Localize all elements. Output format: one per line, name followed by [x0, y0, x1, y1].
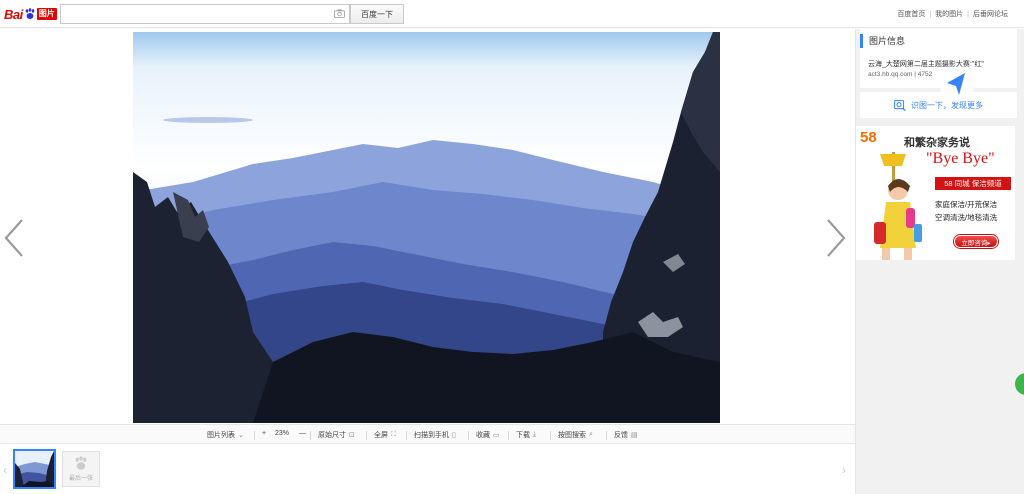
toolbar-divider: [366, 431, 367, 440]
link-baidu-home[interactable]: 百度首页: [897, 9, 925, 19]
thumbnail-strip: ‹ 最后一张 ›: [0, 445, 855, 494]
image-info-title: 图片信息: [860, 34, 905, 48]
top-header: Bai 图片 百度一下 百度首页 | 我的图片 | 后垂网论坛: [0, 0, 1024, 28]
zoom-level: 23%: [275, 430, 290, 437]
ad-band: 58 同城 保洁频道: [935, 177, 1011, 190]
thumbnail-current[interactable]: [13, 449, 56, 489]
original-size-icon: ⊡: [349, 432, 355, 439]
link-forum[interactable]: 后垂网论坛: [973, 9, 1008, 19]
main-photo[interactable]: [133, 32, 720, 423]
phone-icon: ▯: [452, 432, 456, 439]
chevron-down-icon: ⌄: [238, 432, 244, 439]
fullscreen-button[interactable]: 全屏 ⛶: [374, 430, 396, 440]
zoom-out-button[interactable]: —: [299, 430, 306, 437]
ad-line-2: 空调清洗/地毯清洗: [935, 213, 998, 222]
download-icon: ⤓: [533, 431, 537, 438]
download-button[interactable]: 下载 ⤓: [516, 430, 536, 440]
next-image-arrow[interactable]: [824, 217, 848, 259]
image-list-button[interactable]: 图片列表 ⌄: [207, 430, 244, 440]
folder-icon: ▭: [493, 432, 500, 439]
scan-to-phone-button[interactable]: 扫描到手机 ▯: [414, 430, 456, 440]
prev-image-arrow[interactable]: [2, 217, 26, 259]
ad-person-illustration: [874, 152, 922, 260]
top-links: 百度首页 | 我的图片 | 后垂网论坛: [897, 9, 1008, 19]
thumbnail-image: [15, 451, 54, 487]
image-viewer: [0, 29, 855, 424]
fullscreen-icon: ⛶: [391, 431, 396, 438]
paw-icon: [25, 8, 35, 19]
toolbar-divider: [606, 431, 607, 440]
toolbar-divider: [406, 431, 407, 440]
baidu-logo[interactable]: Bai 图片: [4, 6, 57, 22]
toolbar-divider: [254, 431, 255, 440]
link-divider: |: [929, 10, 932, 18]
ad-bye-text: "Bye Bye": [926, 150, 995, 167]
search-input[interactable]: [64, 7, 324, 21]
thumbnail-last[interactable]: 最后一张: [62, 451, 100, 487]
cursor-icon: [940, 68, 974, 102]
ad-line-1: 家庭保洁/开荒保洁: [935, 200, 998, 209]
toolbar-divider: [508, 431, 509, 440]
ad-cta-button[interactable]: 立即咨询▸: [954, 235, 998, 248]
toolbar-divider: [310, 431, 311, 440]
toolbar-divider: [468, 431, 469, 440]
ad-banner[interactable]: 58 和繁杂家务说 "Bye Bye" 58 同城 保洁频道 家庭保洁/开荒保洁…: [856, 126, 1015, 260]
link-my-images[interactable]: 我的图片: [935, 9, 963, 19]
viewer-toolbar: 图片列表 ⌄ + 23% — 原始尺寸 ⊡ 全屏 ⛶ 扫描到手机 ▯ 收藏 ▭ 下载 ⤓ 按…: [0, 424, 855, 444]
link-divider: |: [967, 10, 969, 18]
original-size-button[interactable]: 原始尺寸 ⊡: [318, 430, 355, 440]
toolbar-divider: [550, 431, 551, 440]
search-button[interactable]: 百度一下: [350, 4, 404, 24]
paw-icon: [75, 456, 87, 470]
strip-next-arrow[interactable]: ›: [842, 463, 846, 477]
strip-prev-arrow[interactable]: ‹: [3, 463, 7, 477]
favorite-button[interactable]: 收藏 ▭: [476, 430, 500, 440]
feedback-button[interactable]: 反馈 ▤: [614, 430, 638, 440]
image-source-meta[interactable]: act3.hb.qq.com | 4752: [868, 71, 932, 78]
image-search-icon: ⌕: [589, 431, 593, 438]
search-box: [60, 4, 350, 24]
zoom-in-button[interactable]: +: [262, 430, 266, 437]
camera-icon[interactable]: [334, 9, 345, 18]
ad-brand: 58: [860, 129, 877, 146]
ad-headline: 和繁杂家务说: [904, 137, 970, 149]
last-image-label: 最后一张: [68, 476, 93, 482]
feedback-icon: ▤: [631, 432, 638, 439]
image-recognition-icon: [894, 99, 906, 111]
search-by-image-button[interactable]: 按图搜索 ⌕: [558, 430, 593, 440]
